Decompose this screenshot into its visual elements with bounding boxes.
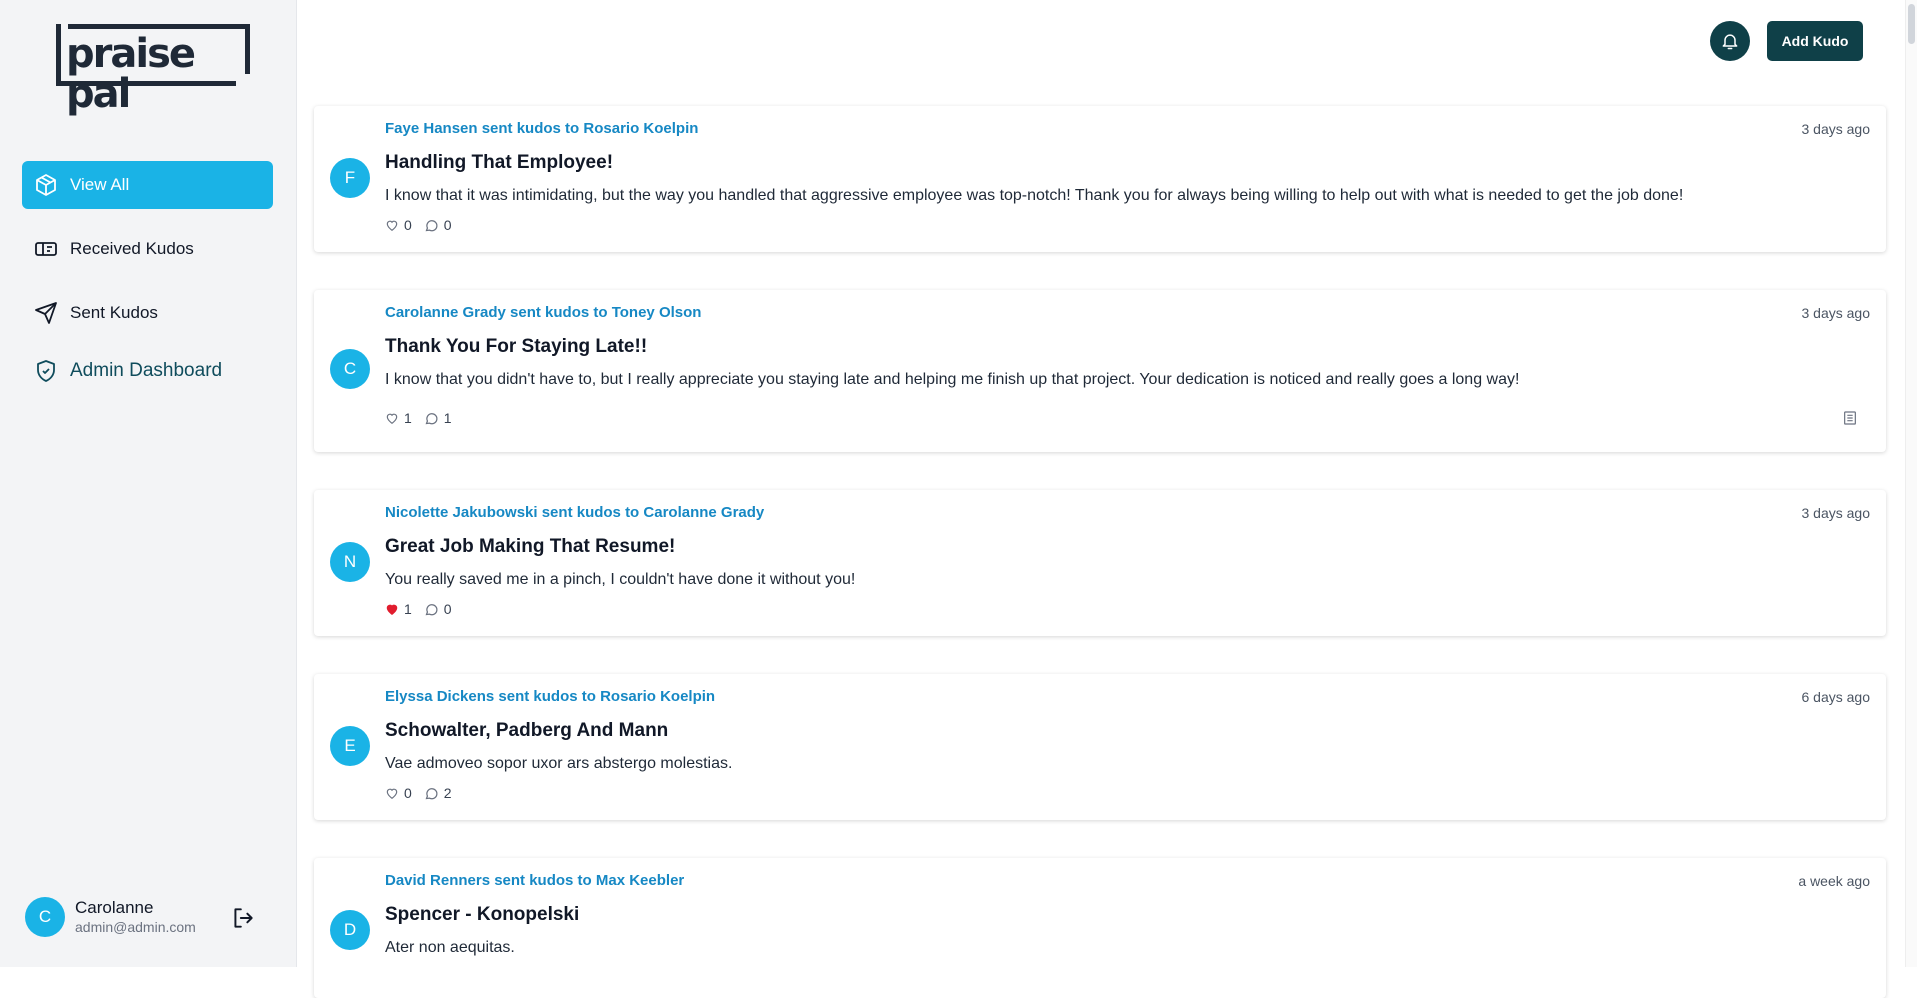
avatar[interactable]: N [330, 542, 370, 582]
sidebar-item-admin-dashboard[interactable]: Admin Dashboard [22, 347, 273, 395]
kudo-header[interactable]: Carolanne Grady sent kudos to Toney Olso… [385, 304, 701, 321]
comment-icon [425, 603, 438, 615]
comment-button[interactable]: 0 [424, 601, 452, 617]
like-button[interactable]: 0 [385, 785, 412, 801]
sidebar-item-received-kudos[interactable]: Received Kudos [22, 225, 273, 273]
shield-icon [34, 359, 58, 383]
kudo-title: Handling That Employee! [385, 152, 614, 173]
comment-count: 1 [443, 410, 452, 426]
kudo-card[interactable]: D David Renners sent kudos to Max Keeble… [314, 858, 1886, 998]
comment-count: 2 [443, 785, 452, 801]
heart-icon [386, 788, 398, 799]
scrollbar-thumb[interactable] [1908, 4, 1915, 44]
comment-button[interactable]: 1 [424, 410, 452, 426]
kudo-time: 6 days ago [1801, 689, 1871, 705]
comment-count: 0 [443, 217, 452, 233]
praise-pal-logo[interactable]: praise pal [56, 24, 250, 114]
avatar[interactable]: E [330, 726, 370, 766]
kudo-card[interactable]: C Carolanne Grady sent kudos to Toney Ol… [314, 290, 1886, 452]
like-count: 0 [404, 785, 412, 801]
user-info: Carolanne admin@admin.com [75, 898, 196, 936]
kudo-card[interactable]: E Elyssa Dickens sent kudos to Rosario K… [314, 674, 1886, 820]
kudo-actions: 1 0 [385, 601, 464, 617]
send-icon [34, 301, 58, 325]
sidebar: praise pal View All Received Kudos Sent … [0, 0, 297, 967]
like-count: 1 [404, 601, 412, 617]
like-button[interactable]: 0 [385, 217, 412, 233]
sidebar-item-label: Sent Kudos [70, 303, 158, 322]
kudo-title: Great Job Making That Resume! [385, 536, 676, 557]
kudo-time: 3 days ago [1801, 305, 1871, 321]
avatar[interactable]: C [330, 349, 370, 389]
scrollbar[interactable] [1905, 0, 1917, 967]
kudo-header[interactable]: Elyssa Dickens sent kudos to Rosario Koe… [385, 688, 715, 705]
document-icon[interactable] [1842, 410, 1858, 431]
kudo-time: a week ago [1798, 873, 1870, 889]
kudo-body: Vae admoveo sopor uxor ars abstergo mole… [385, 755, 733, 772]
kudo-body: I know that it was intimidating, but the… [385, 187, 1684, 204]
comment-icon [425, 787, 438, 799]
like-count: 1 [404, 410, 412, 426]
comment-icon [425, 412, 438, 424]
kudo-actions: 1 1 [385, 410, 464, 426]
kudo-body: Ater non aequitas. [385, 939, 515, 956]
sidebar-item-label: Admin Dashboard [70, 360, 223, 381]
user-name: Carolanne [75, 898, 154, 917]
kudo-title: Schowalter, Padberg And Mann [385, 720, 669, 741]
like-button[interactable]: 1 [385, 410, 412, 426]
avatar[interactable]: D [330, 910, 370, 950]
logout-icon[interactable] [230, 905, 256, 931]
sidebar-nav: View All Received Kudos Sent Kudos Admin… [22, 161, 273, 411]
kudo-card[interactable]: F Faye Hansen sent kudos to Rosario Koel… [314, 106, 1886, 252]
user-email: admin@admin.com [75, 919, 196, 935]
comment-button[interactable]: 2 [424, 785, 452, 801]
ticket-icon [34, 237, 58, 261]
kudo-header[interactable]: David Renners sent kudos to Max Keebler [385, 872, 684, 889]
kudo-header[interactable]: Faye Hansen sent kudos to Rosario Koelpi… [385, 120, 698, 137]
notifications-button[interactable] [1710, 21, 1750, 61]
sidebar-item-sent-kudos[interactable]: Sent Kudos [22, 289, 273, 337]
kudo-body: You really saved me in a pinch, I couldn… [385, 571, 856, 588]
like-count: 0 [404, 217, 412, 233]
comment-count: 0 [443, 601, 452, 617]
add-kudo-button[interactable]: Add Kudo [1767, 21, 1863, 61]
current-user: C Carolanne admin@admin.com [25, 895, 265, 939]
sidebar-item-label: View All [70, 175, 130, 194]
heart-icon [386, 413, 398, 424]
heart-icon [386, 220, 398, 231]
sidebar-item-view-all[interactable]: View All [22, 161, 273, 209]
logo-text: praise pal [66, 31, 196, 117]
avatar[interactable]: C [25, 897, 65, 937]
kudo-actions: 0 2 [385, 785, 464, 801]
kudo-card[interactable]: N Nicolette Jakubowski sent kudos to Car… [314, 490, 1886, 636]
like-button[interactable]: 1 [385, 601, 412, 617]
kudo-title: Thank You For Staying Late!! [385, 336, 648, 357]
comment-button[interactable]: 0 [424, 217, 452, 233]
avatar[interactable]: F [330, 158, 370, 198]
kudo-body: I know that you didn't have to, but I re… [385, 371, 1520, 388]
kudo-actions: 0 0 [385, 217, 464, 233]
sidebar-item-label: Received Kudos [70, 239, 194, 258]
kudo-time: 3 days ago [1801, 505, 1871, 521]
comment-icon [425, 219, 438, 231]
box-icon [34, 173, 58, 197]
heart-filled-icon [386, 604, 398, 615]
kudo-time: 3 days ago [1801, 121, 1871, 137]
kudo-title: Spencer - Konopelski [385, 904, 580, 925]
bell-icon [1722, 34, 1738, 50]
kudo-header[interactable]: Nicolette Jakubowski sent kudos to Carol… [385, 504, 764, 521]
